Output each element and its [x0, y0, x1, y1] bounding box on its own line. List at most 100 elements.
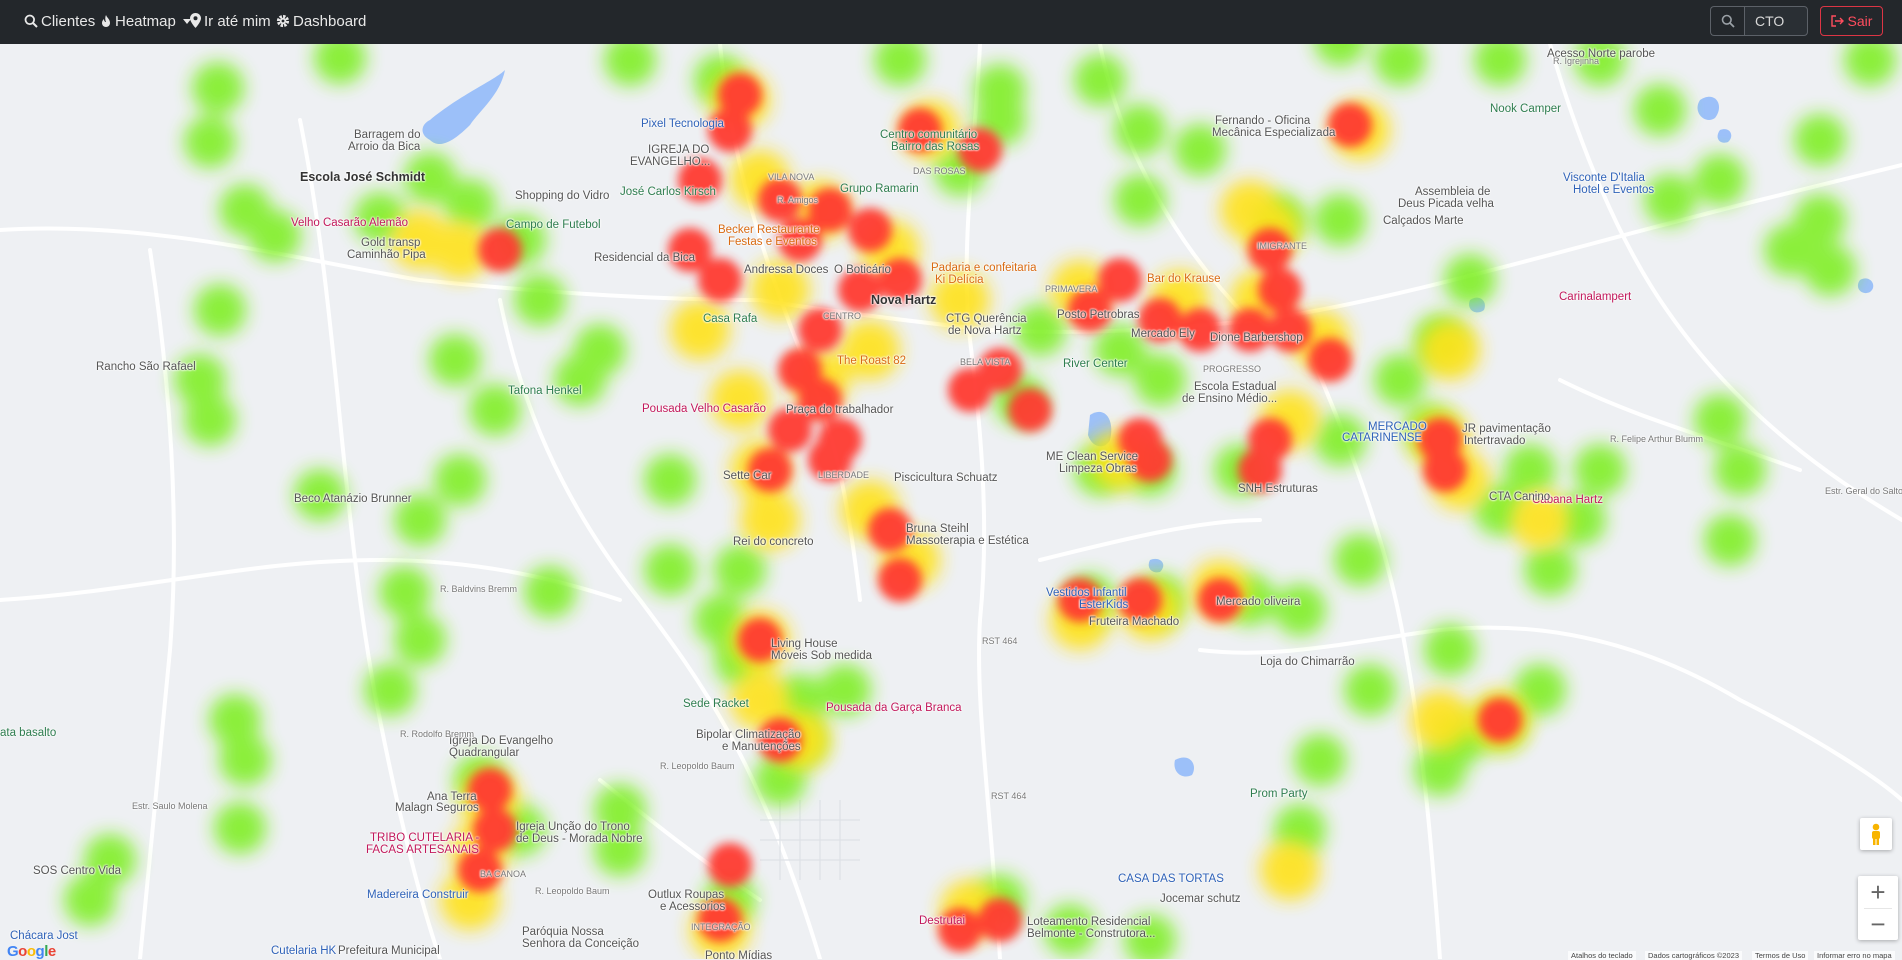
place-label[interactable]: Madereira Construir	[367, 889, 469, 901]
place-label[interactable]: Jocemar schutz	[1160, 893, 1241, 905]
place-label[interactable]: Limpeza Obras	[1059, 463, 1137, 475]
zoom-out-button[interactable]: −	[1858, 908, 1898, 940]
place-label[interactable]: Mecânica Especializada	[1212, 127, 1335, 139]
place-label[interactable]: Padaria e confeitaria	[931, 262, 1036, 274]
place-label[interactable]: Sede Racket	[683, 698, 749, 710]
place-label[interactable]: Campo de Futebol	[506, 219, 601, 231]
place-label[interactable]: EsterKids	[1079, 599, 1128, 611]
street-view-pegman[interactable]	[1860, 818, 1892, 850]
place-label[interactable]: Bipolar Climatização	[696, 729, 801, 741]
place-label[interactable]: Senhora da Conceição	[522, 938, 639, 950]
place-label[interactable]: Fruteira Machado	[1089, 616, 1179, 628]
place-label[interactable]: River Center	[1063, 358, 1128, 370]
place-label[interactable]: O Boticário	[834, 264, 891, 276]
place-label[interactable]: Ki Delícia	[935, 274, 984, 286]
place-label[interactable]: Móveis Sob medida	[771, 650, 872, 662]
place-label[interactable]: Bairro das Rosas	[891, 141, 979, 153]
place-label[interactable]: e Manutenções	[722, 741, 801, 753]
zoom-in-button[interactable]: +	[1858, 876, 1898, 908]
place-label[interactable]: José Carlos Kirsch	[620, 186, 716, 198]
place-label[interactable]: Chácara Jost	[10, 930, 78, 942]
map-canvas[interactable]: Acesso Norte parobe Nook Camper Pixel Tecn…	[0, 44, 1902, 959]
place-label[interactable]: Gold transp	[361, 237, 420, 249]
place-label[interactable]: JR pavimentação	[1462, 423, 1551, 435]
place-label[interactable]: Escola Estadual	[1194, 381, 1276, 393]
place-label[interactable]: Massoterapia e Estética	[906, 535, 1029, 547]
place-label[interactable]: Escola José Schmidt	[300, 171, 425, 184]
place-label[interactable]: Pousada da Garça Branca	[826, 702, 962, 714]
place-label[interactable]: Prom Party	[1250, 788, 1308, 800]
place-label[interactable]: Loteamento Residencial	[1027, 916, 1150, 928]
place-label[interactable]: Quadrangular	[449, 747, 519, 759]
place-label[interactable]: Arroio da Bica	[348, 141, 420, 153]
place-label[interactable]: Tafona Henkel	[508, 385, 582, 397]
place-label[interactable]: SNH Estruturas	[1238, 483, 1318, 495]
nav-dashboard[interactable]: Dashboard	[276, 0, 366, 44]
search-button[interactable]	[1710, 6, 1744, 36]
place-label[interactable]: Dione Barbershop	[1210, 332, 1303, 344]
place-label[interactable]: Igreja Unção do Trono	[516, 821, 630, 833]
place-label[interactable]: CTG Querência	[946, 313, 1027, 325]
place-label[interactable]: ME Clean Service	[1046, 451, 1138, 463]
nav-ir-ate-mim[interactable]: Ir até mim	[190, 0, 271, 44]
place-label[interactable]: FACAS ARTESANAIS	[366, 844, 479, 856]
place-label[interactable]: Calçados Marte	[1383, 215, 1464, 227]
place-label[interactable]: Pixel Tecnologia	[641, 118, 724, 130]
place-label[interactable]: Intertravado	[1464, 435, 1525, 447]
search-input[interactable]	[1744, 6, 1808, 36]
place-label[interactable]: Carinalampert	[1559, 291, 1631, 303]
place-label[interactable]: ata basalto	[0, 727, 56, 739]
place-label[interactable]: e Acessorios	[660, 901, 725, 913]
place-label[interactable]: Fernando - Oficina	[1215, 115, 1310, 127]
place-label[interactable]: Grupo Ramarin	[840, 183, 919, 195]
place-label[interactable]: Mercado oliveira	[1216, 596, 1300, 608]
place-label[interactable]: IGREJA DO	[648, 144, 709, 156]
place-label[interactable]: Ponto Mídias	[705, 950, 772, 959]
place-label[interactable]: Velho Casarão Alemão	[291, 217, 408, 229]
place-label[interactable]: de Nova Hartz	[948, 325, 1022, 337]
place-label[interactable]: Living House	[771, 638, 837, 650]
place-label[interactable]: Paróquia Nossa	[522, 926, 604, 938]
place-label[interactable]: Deus Picada velha	[1398, 198, 1494, 210]
place-label[interactable]: Destrutai	[919, 915, 965, 927]
place-label[interactable]: Piscicultura Schuatz	[894, 472, 998, 484]
place-label[interactable]: The Roast 82	[837, 355, 906, 367]
place-label[interactable]: Malagn Seguros	[395, 802, 479, 814]
place-label[interactable]: Festas e Eventos	[728, 236, 817, 248]
place-label[interactable]: Residencial da Bica	[594, 252, 695, 264]
place-label[interactable]: CATARINENSE	[1342, 432, 1422, 444]
place-label[interactable]: Bar do Krause	[1147, 273, 1221, 285]
place-label[interactable]: TRIBO CUTELARIA -	[370, 832, 479, 844]
place-label[interactable]: de Ensino Médio...	[1182, 393, 1277, 405]
place-label[interactable]: Barragem do	[354, 129, 420, 141]
place-label[interactable]: Loja do Chimarrão	[1260, 656, 1355, 668]
place-label[interactable]: Prefeitura Municipal	[338, 945, 440, 957]
place-label[interactable]: CTA Canino	[1489, 491, 1550, 503]
place-label[interactable]: Outlux Roupas	[648, 889, 724, 901]
place-label[interactable]: EVANGELHO...	[630, 156, 710, 168]
place-label[interactable]: Pousada Velho Casarão	[642, 403, 766, 415]
place-label[interactable]: Hotel e Eventos	[1573, 184, 1654, 196]
place-label[interactable]: Cutelaria HK	[271, 945, 336, 957]
place-label[interactable]: Becker Restaurante	[718, 224, 820, 236]
logout-button[interactable]: Sair	[1820, 6, 1883, 36]
place-label[interactable]: Assembleia de	[1415, 186, 1490, 198]
place-label[interactable]: Praça do trabalhador	[786, 404, 893, 416]
place-label[interactable]: Nova Hartz	[871, 294, 936, 307]
place-label[interactable]: SOS Centro Vida	[33, 865, 121, 877]
place-label[interactable]: Sette Car	[723, 470, 772, 482]
place-label[interactable]: Vestidos Infantil	[1046, 587, 1127, 599]
place-label[interactable]: Visconte D'Italia	[1563, 172, 1645, 184]
place-label[interactable]: Posto Petrobras	[1057, 309, 1139, 321]
place-label[interactable]: Rancho São Rafael	[96, 361, 196, 373]
place-label[interactable]: Casa Rafa	[703, 313, 757, 325]
place-label[interactable]: Beco Atanázio Brunner	[294, 493, 412, 505]
place-label[interactable]: de Deus - Morada Nobre	[516, 833, 643, 845]
nav-clientes[interactable]: Clientes	[24, 0, 95, 44]
place-label[interactable]: Caminhão Pipa	[347, 249, 426, 261]
place-label[interactable]: Rei do concreto	[733, 536, 814, 548]
place-label[interactable]: Bruna Steihl	[906, 523, 969, 535]
place-label[interactable]: Andressa Doces	[744, 264, 828, 276]
place-label[interactable]: Shopping do Vidro	[515, 190, 609, 202]
place-label[interactable]: Nook Camper	[1490, 103, 1561, 115]
